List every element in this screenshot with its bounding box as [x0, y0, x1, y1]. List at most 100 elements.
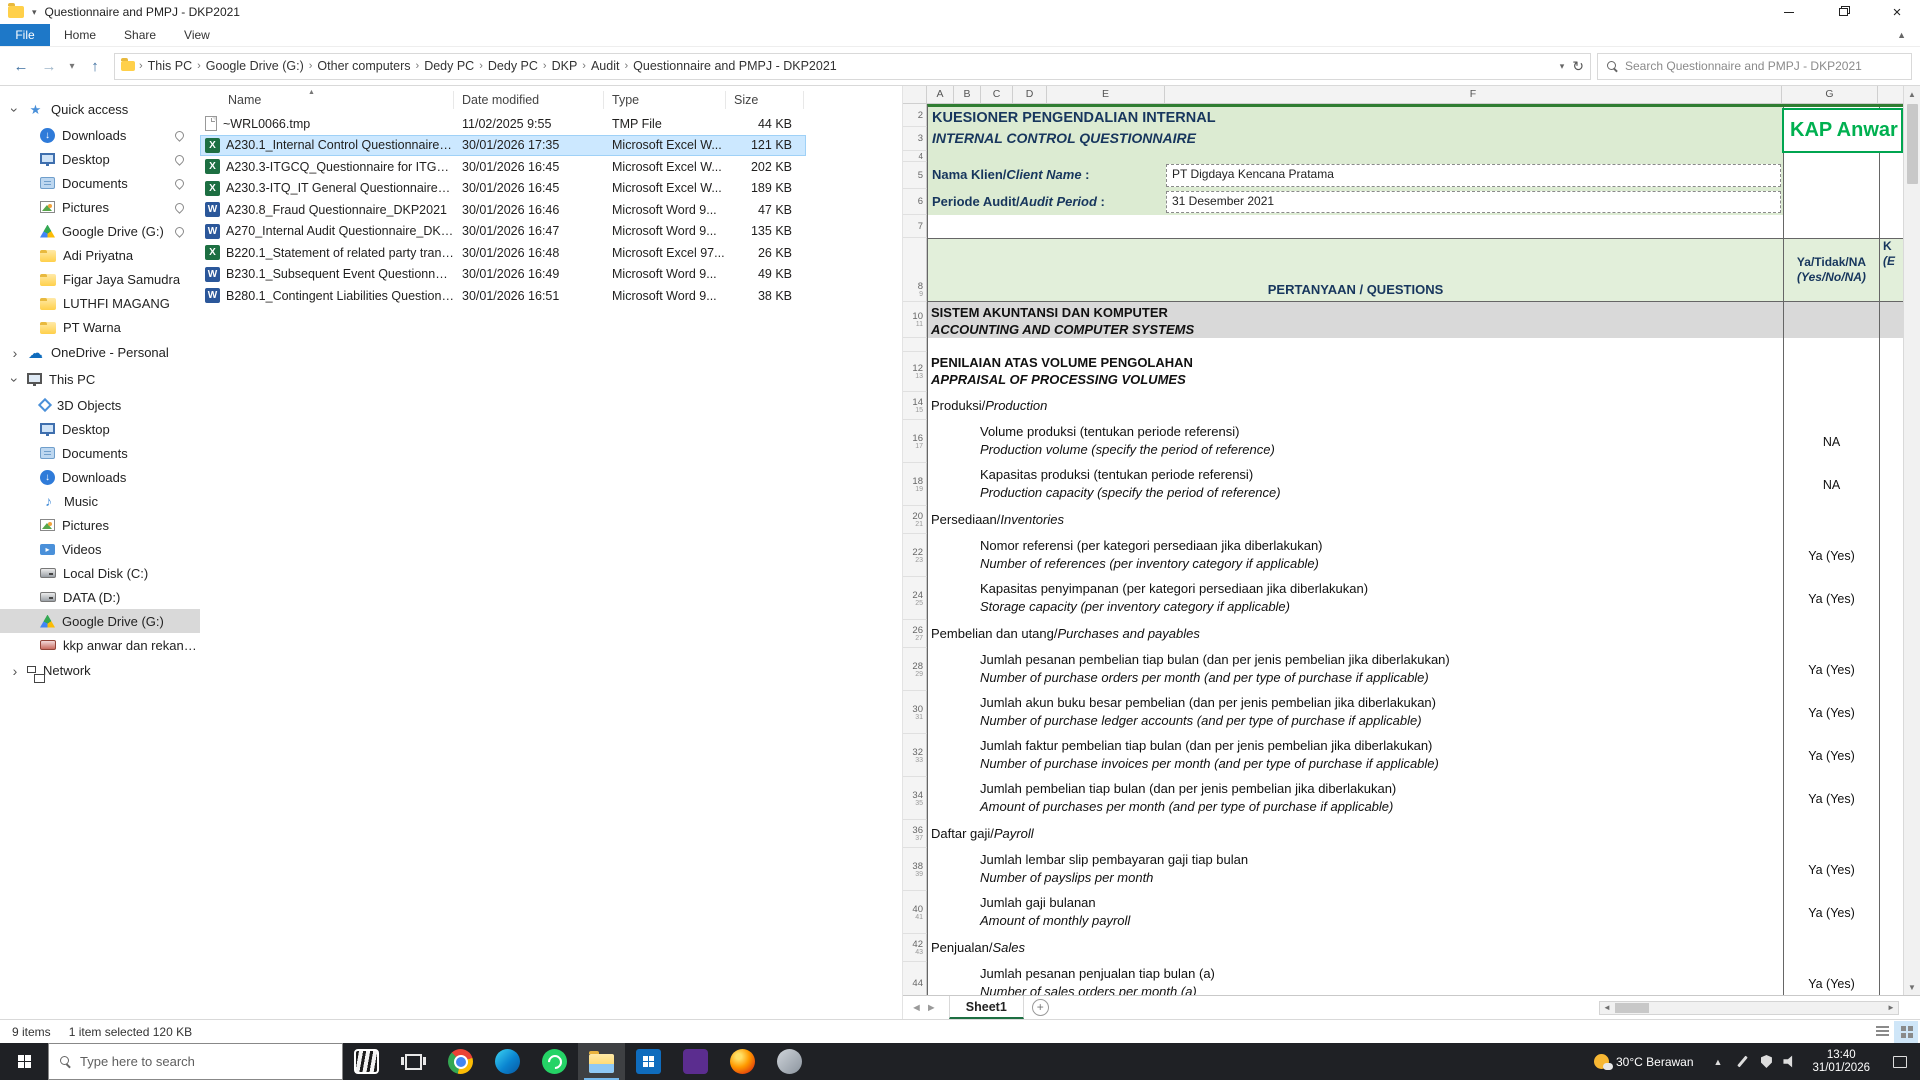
details-view-button[interactable] [1870, 1021, 1894, 1043]
explorer-search-input[interactable] [1625, 59, 1902, 73]
sidebar-item-google-drive-g[interactable]: Google Drive (G:) [0, 219, 200, 243]
breadcrumb-segment-google-drive-g[interactable]: Google Drive (G:) [201, 59, 309, 73]
taskbar-search-input[interactable] [80, 1054, 331, 1069]
taskbar-app-app-purple[interactable] [672, 1043, 719, 1080]
scroll-down-icon[interactable]: ▼ [1908, 979, 1916, 995]
sidebar-section-network[interactable]: ›Network [0, 657, 200, 684]
sidebar-item-documents[interactable]: Documents [0, 441, 200, 465]
sidebar-item-pictures[interactable]: Pictures [0, 513, 200, 537]
taskbar-app-firefox[interactable] [719, 1043, 766, 1080]
breadcrumb-segment-dedy-pc[interactable]: Dedy PC [419, 59, 479, 73]
tab-home[interactable]: Home [50, 24, 110, 46]
quick-access-toolbar-chevron-icon[interactable]: ▾ [32, 7, 37, 18]
collapse-ribbon-icon[interactable]: ▲ [1897, 30, 1906, 40]
sidebar-item-local-disk-c[interactable]: Local Disk (C:) [0, 561, 200, 585]
column-header-size[interactable]: Size [726, 91, 804, 109]
forward-button[interactable]: → [36, 53, 62, 79]
sidebar-item-pictures[interactable]: Pictures [0, 195, 200, 219]
sidebar-item-pt-warna[interactable]: PT Warna [0, 315, 200, 339]
col-header-B[interactable]: B [954, 86, 981, 103]
taskbar-app-whatsapp[interactable] [531, 1043, 578, 1080]
sidebar-item-music[interactable]: Music [0, 489, 200, 513]
breadcrumb-segment-this-pc[interactable]: This PC [143, 59, 197, 73]
sidebar-item-downloads[interactable]: Downloads [0, 123, 200, 147]
show-hidden-icons-chevron-icon[interactable]: ▲ [1706, 1057, 1731, 1067]
sidebar-section-onedrive-personal[interactable]: ›OneDrive - Personal [0, 339, 200, 366]
sidebar-item-3d-objects[interactable]: 3D Objects [0, 393, 200, 417]
weather-widget[interactable]: 30°C Berawan [1582, 1054, 1706, 1069]
taskbar-app-task-view[interactable] [390, 1043, 437, 1080]
add-sheet-icon[interactable]: + [1032, 999, 1049, 1016]
chevron-icon[interactable]: › [10, 663, 20, 679]
pen-tray-button[interactable] [1730, 1043, 1754, 1080]
sidebar-item-kkp-anwar-dan-rekan-1[interactable]: kkp anwar dan rekan (\\1 [0, 633, 200, 657]
col-header-F[interactable]: F [1165, 86, 1782, 103]
taskbar-search-box[interactable] [48, 1043, 343, 1080]
taskbar-app-zebra-logo[interactable] [343, 1043, 390, 1080]
address-bar[interactable]: › This PC›Google Drive (G:)›Other comput… [114, 53, 1591, 80]
taskbar-app-chrome[interactable] [437, 1043, 484, 1080]
file-row-a230-1-internal-control-questionnaire-d[interactable]: A230.1_Internal Control Questionnaire_D.… [200, 135, 806, 157]
scroll-right-icon[interactable]: ► [1884, 1003, 1898, 1012]
thumbnails-view-button[interactable] [1894, 1021, 1918, 1043]
taskbar-app-app-gray[interactable] [766, 1043, 813, 1080]
up-button[interactable]: ↑ [82, 53, 108, 79]
sidebar-item-adi-priyatna[interactable]: Adi Priyatna [0, 243, 200, 267]
breadcrumb-segment-other-computers[interactable]: Other computers [312, 59, 415, 73]
refresh-icon[interactable]: ↻ [1572, 58, 1584, 75]
file-row-a270-internal-audit-questionnaire-dkp2[interactable]: A270_Internal Audit Questionnaire_DKP2..… [200, 221, 806, 243]
sidebar-item-desktop[interactable]: Desktop [0, 417, 200, 441]
col-header-C[interactable]: C [981, 86, 1013, 103]
column-header-name[interactable]: Name▲ [200, 91, 454, 109]
taskbar-app-edge[interactable] [484, 1043, 531, 1080]
taskbar-app-store[interactable] [625, 1043, 672, 1080]
sidebar-item-luthfi-magang[interactable]: LUTHFI MAGANG [0, 291, 200, 315]
security-tray-button[interactable] [1754, 1043, 1778, 1080]
file-row-a230-3-itgcq-questionnaire-for-itgc-dk[interactable]: A230.3-ITGCQ_Questionnaire for ITGC_DK..… [200, 156, 806, 178]
file-row-wrl0066-tmp[interactable]: ~WRL0066.tmp11/02/2025 9:55TMP File44 KB [200, 113, 806, 135]
clock[interactable]: 13:40 31/01/2026 [1802, 1049, 1880, 1075]
start-button[interactable] [0, 1043, 48, 1080]
sidebar-item-downloads[interactable]: Downloads [0, 465, 200, 489]
breadcrumb-segment-dedy-pc[interactable]: Dedy PC [483, 59, 543, 73]
close-button[interactable]: × [1874, 0, 1920, 24]
tab-file[interactable]: File [0, 24, 50, 46]
breadcrumb-segment-dkp[interactable]: DKP [547, 59, 583, 73]
address-dropdown-icon[interactable]: ▾ [1560, 61, 1565, 72]
sheet-tab-sheet1[interactable]: Sheet1 [949, 996, 1024, 1019]
file-row-a230-8-fraud-questionnaire-dkp2021[interactable]: A230.8_Fraud Questionnaire_DKP202130/01/… [200, 199, 806, 221]
sidebar-section-quick-access[interactable]: ›Quick access [0, 96, 200, 123]
sidebar-section-this-pc[interactable]: ›This PC [0, 366, 200, 393]
col-header-G[interactable]: G [1782, 86, 1878, 103]
preview-horizontal-scrollbar[interactable]: ◄ ► [1599, 1001, 1899, 1015]
breadcrumb-segment-audit[interactable]: Audit [586, 59, 625, 73]
col-header-D[interactable]: D [1013, 86, 1047, 103]
minimize-button[interactable] [1766, 0, 1812, 24]
col-header-A[interactable]: A [927, 86, 954, 103]
sidebar-item-documents[interactable]: Documents [0, 171, 200, 195]
preview-vertical-scrollbar[interactable]: ▲ ▼ [1903, 86, 1920, 995]
sidebar-item-videos[interactable]: Videos [0, 537, 200, 561]
back-button[interactable]: ← [8, 53, 34, 79]
sheet-corner-cell[interactable] [903, 86, 927, 103]
col-header-E[interactable]: E [1047, 86, 1165, 103]
chevron-icon[interactable]: › [7, 105, 23, 115]
volume-tray-button[interactable] [1778, 1043, 1802, 1080]
chevron-icon[interactable]: › [7, 375, 23, 385]
restore-button[interactable] [1820, 0, 1866, 24]
sidebar-item-data-d[interactable]: DATA (D:) [0, 585, 200, 609]
scroll-left-icon[interactable]: ◄ [1600, 1003, 1614, 1012]
breadcrumb-segment-questionnaire-and-pmpj-dkp2021[interactable]: Questionnaire and PMPJ - DKP2021 [628, 59, 842, 73]
scroll-up-icon[interactable]: ▲ [1908, 86, 1916, 102]
sidebar-item-desktop[interactable]: Desktop [0, 147, 200, 171]
tab-view[interactable]: View [170, 24, 224, 46]
file-row-b230-1-subsequent-event-questionnaire[interactable]: B230.1_Subsequent Event Questionnaire_..… [200, 264, 806, 286]
tab-share[interactable]: Share [110, 24, 170, 46]
sidebar-item-google-drive-g[interactable]: Google Drive (G:) [0, 609, 200, 633]
chevron-icon[interactable]: › [10, 345, 20, 361]
explorer-search-box[interactable] [1597, 53, 1912, 80]
recent-locations-chevron-icon[interactable]: ▾ [64, 53, 80, 79]
file-row-b220-1-statement-of-related-party-transac[interactable]: B220.1_Statement of related party transa… [200, 242, 806, 264]
file-row-a230-3-itq-it-general-questionnaire-dk[interactable]: A230.3-ITQ_IT General Questionnaire_DK..… [200, 178, 806, 200]
sidebar-item-figar-jaya-samudra[interactable]: Figar Jaya Samudra [0, 267, 200, 291]
